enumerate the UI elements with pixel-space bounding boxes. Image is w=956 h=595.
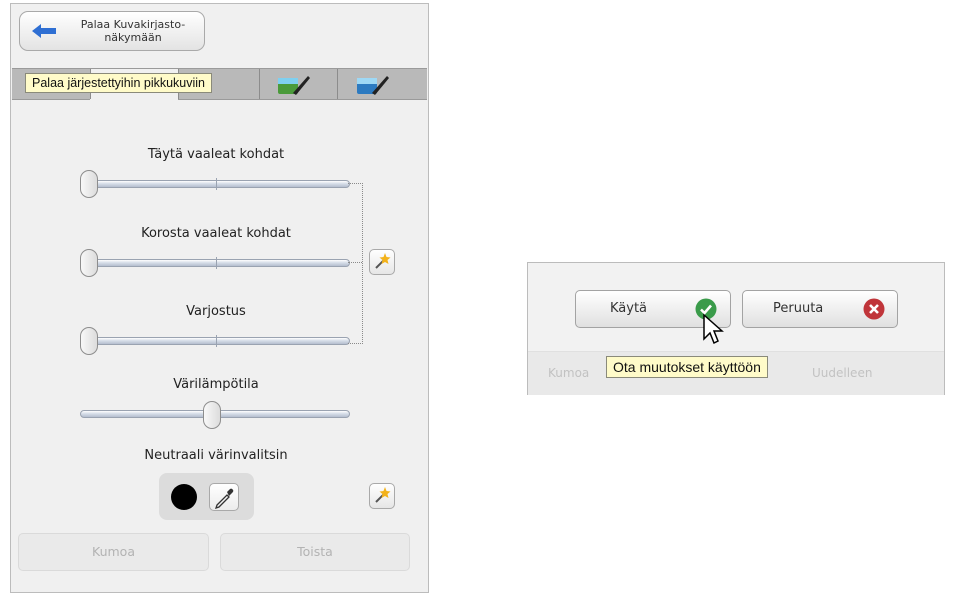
neutral-color-swatch[interactable]: [171, 484, 197, 510]
undo-button[interactable]: Kumoa: [18, 533, 209, 571]
bracket-line: [348, 262, 362, 263]
shadows-thumb[interactable]: [80, 327, 98, 355]
x-icon: [863, 298, 885, 320]
thumbnails-tooltip: Palaa järjestettyihin pikkukuviin: [25, 73, 213, 93]
highlights-thumb[interactable]: [80, 249, 98, 277]
shadows-slider[interactable]: [83, 335, 350, 347]
apply-tooltip: Ota muutokset käyttöön: [606, 356, 768, 378]
undo-ghost-label[interactable]: Kumoa: [548, 366, 589, 380]
redo-ghost-label[interactable]: Uudelleen: [812, 366, 872, 380]
cancel-button-label: Peruuta: [773, 301, 824, 316]
temperature-thumb[interactable]: [203, 401, 221, 429]
eyedropper-button[interactable]: [209, 483, 239, 511]
auto-white-balance-button[interactable]: [369, 483, 395, 509]
redo-button[interactable]: Toista: [220, 533, 410, 571]
back-to-library-button[interactable]: Palaa Kuvakirjasto- näkymään: [19, 11, 205, 51]
cursor-icon: [703, 313, 724, 345]
temperature-label: Värilämpötila: [173, 377, 259, 392]
auto-levels-button[interactable]: [369, 249, 395, 275]
paint-brush-icon[interactable]: [277, 73, 311, 97]
apply-button-label: Käytä: [610, 301, 648, 316]
back-button-label: Palaa Kuvakirjasto- näkymään: [80, 18, 186, 44]
bracket-line: [348, 183, 363, 344]
paint-brush-icon[interactable]: [356, 73, 390, 97]
eyedropper-icon: [214, 488, 234, 510]
fill-light-thumb[interactable]: [80, 170, 98, 198]
action-area: Käytä Peruuta: [528, 263, 944, 351]
shadows-label: Varjostus: [186, 304, 246, 319]
highlights-label: Korosta vaaleat kohdat: [141, 226, 291, 241]
neutral-picker-label: Neutraali värinvalitsin: [144, 448, 288, 463]
neutral-color-picker: [159, 473, 254, 520]
fill-light-slider[interactable]: [83, 178, 350, 190]
magic-wand-icon: [375, 253, 391, 269]
back-arrow-icon: [32, 24, 56, 38]
highlights-slider[interactable]: [83, 257, 350, 269]
cancel-button[interactable]: Peruuta: [742, 290, 898, 328]
fill-light-label: Täytä vaaleat kohdat: [147, 147, 285, 162]
magic-wand-icon: [375, 487, 391, 503]
